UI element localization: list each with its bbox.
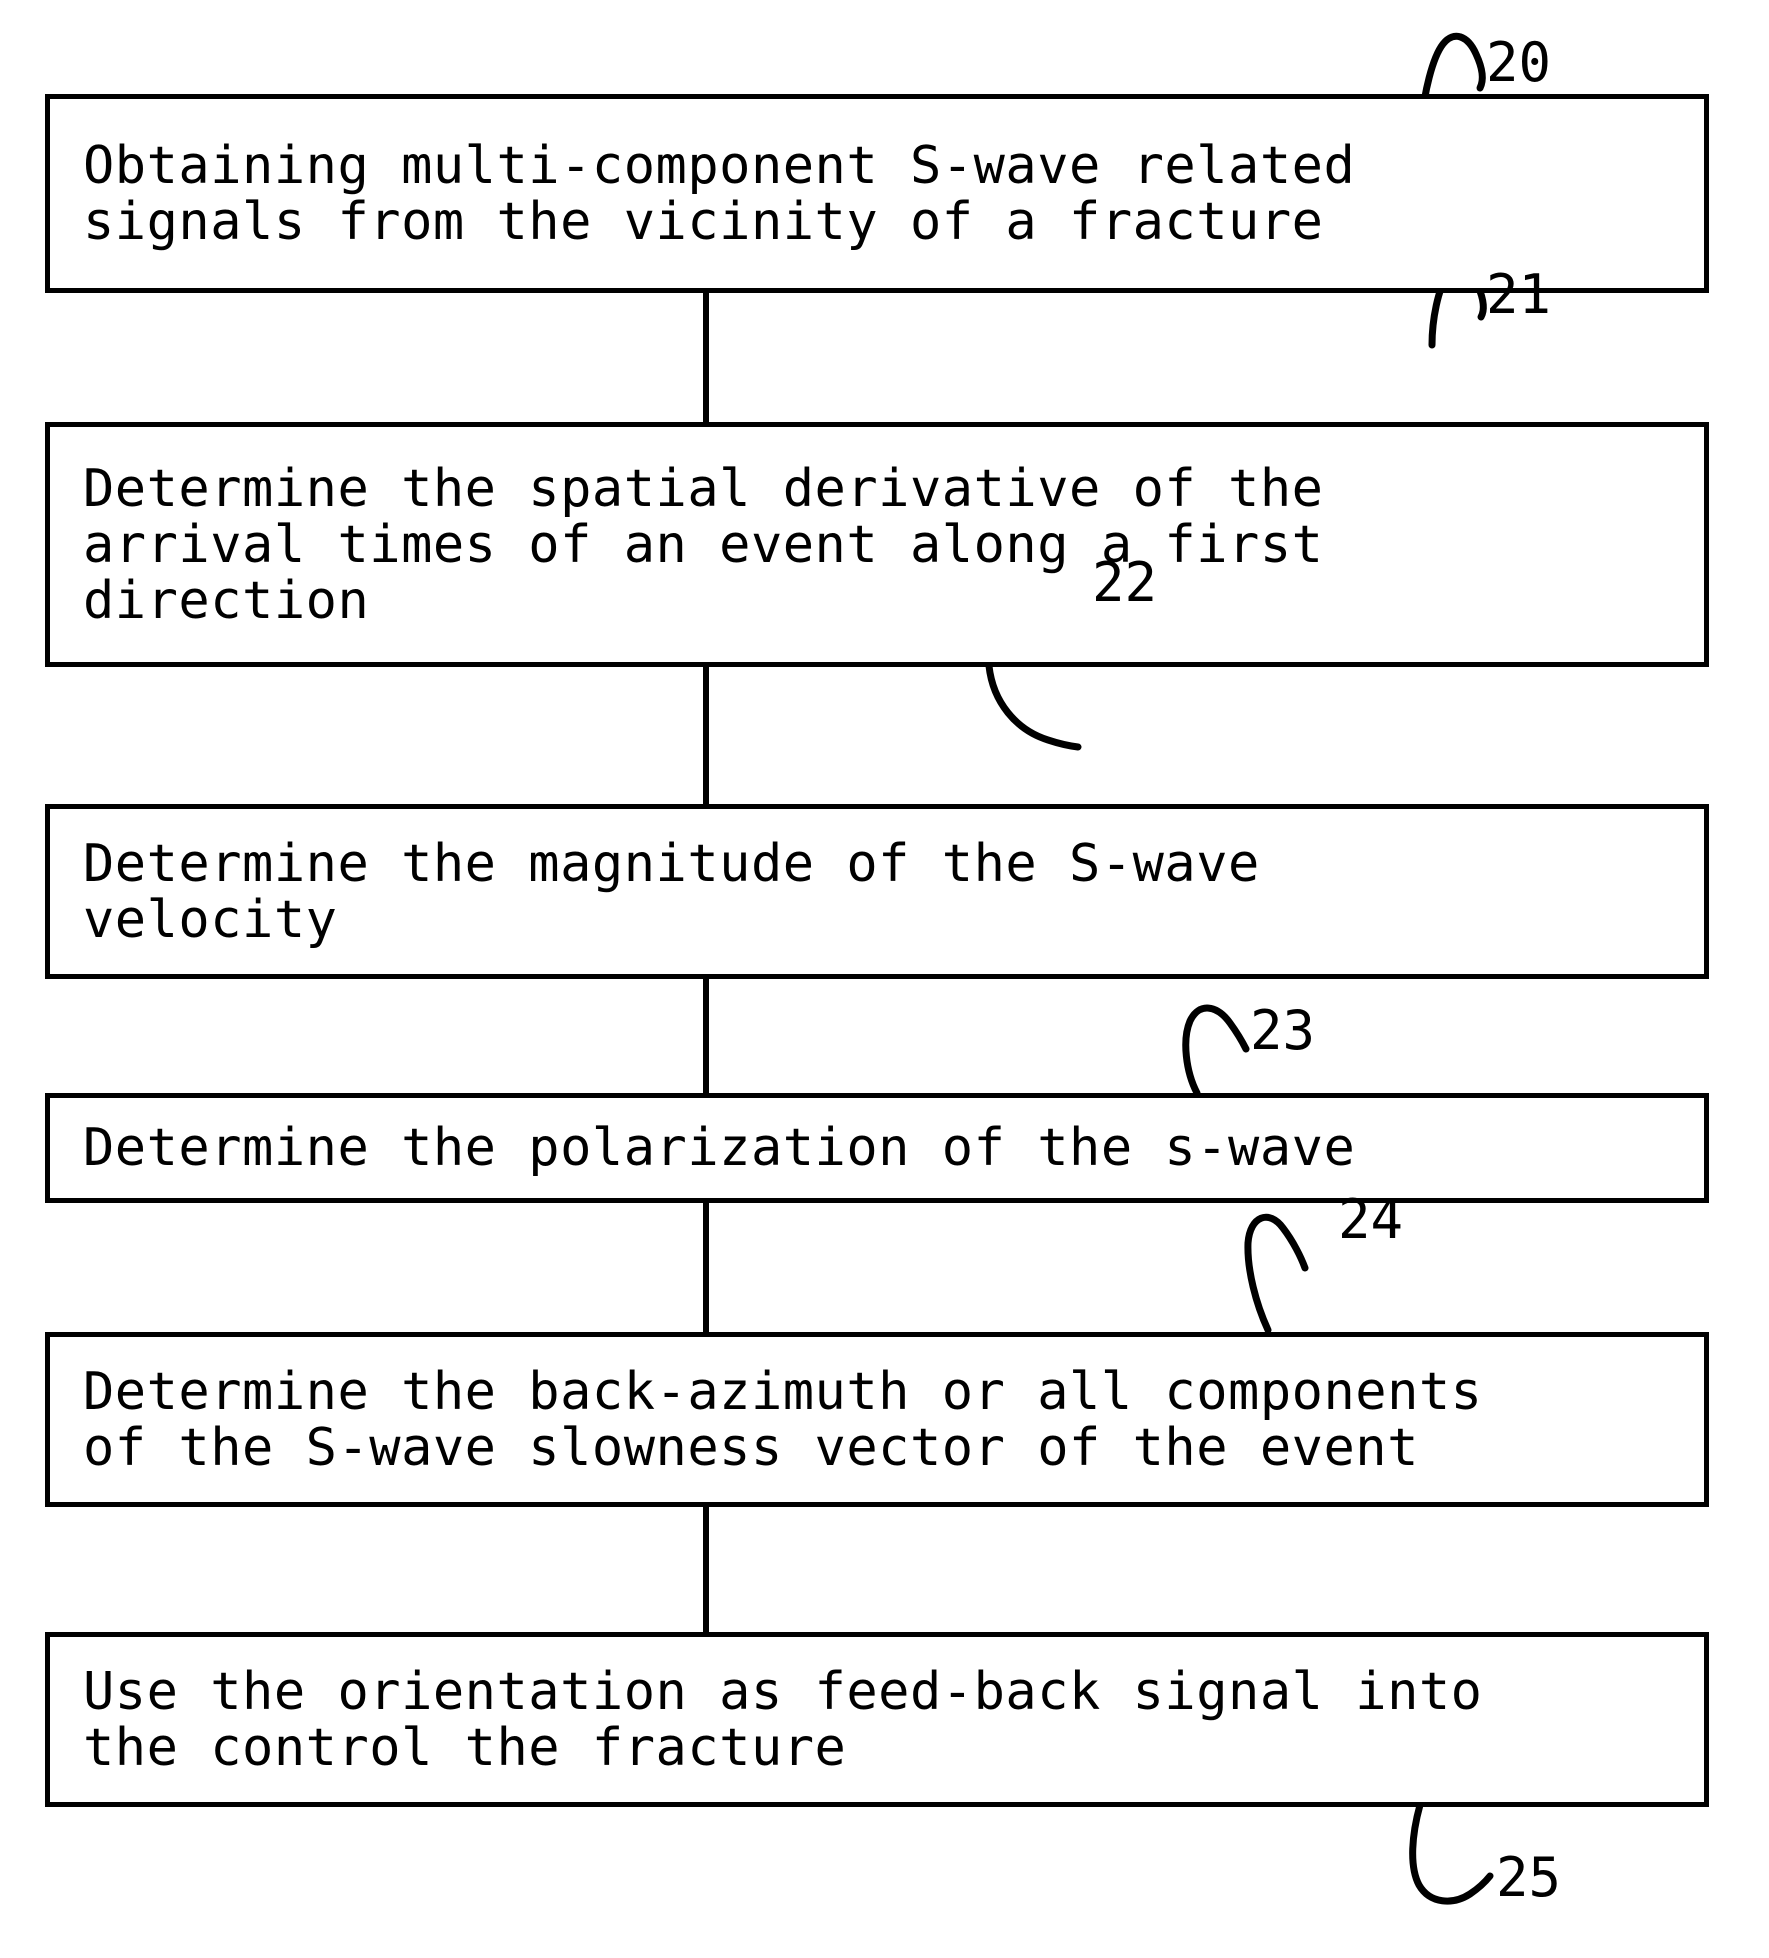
leader-line-23	[1182, 1004, 1250, 1097]
step-box-21-line-1: Determine the spatial derivative of the	[83, 458, 1324, 519]
reference-numeral-24: 24	[1338, 1188, 1404, 1251]
step-box-24[interactable]: Determine the back-azimuth or all compon…	[45, 1332, 1709, 1507]
reference-numeral-23: 23	[1250, 999, 1316, 1062]
reference-numeral-22: 22	[1092, 551, 1158, 614]
leader-line-24	[1244, 1213, 1309, 1334]
step-box-24-line-2: of the S-wave slowness vector of the eve…	[83, 1417, 1419, 1478]
step-box-25-line-1: Use the orientation as feed-back signal …	[83, 1661, 1483, 1722]
step-box-20-line-1: Obtaining multi-component S-wave related	[83, 135, 1356, 196]
step-box-21-line-3: direction	[83, 570, 370, 631]
step-box-25-line-2: the control the fracture	[83, 1717, 847, 1778]
step-box-22-line-2: velocity	[83, 889, 338, 950]
step-box-22-line-1: Determine the magnitude of the S-wave	[83, 833, 1260, 894]
leader-line-25	[1409, 1801, 1494, 1905]
step-box-22[interactable]: Determine the magnitude of the S-wave ve…	[45, 804, 1709, 979]
reference-numeral-20: 20	[1486, 31, 1552, 94]
step-box-21[interactable]: Determine the spatial derivative of the …	[45, 422, 1709, 667]
step-box-23[interactable]: Determine the polarization of the s-wave	[45, 1093, 1709, 1203]
step-box-20-line-2: signals from the vicinity of a fracture	[83, 191, 1324, 252]
step-box-21-line-2: arrival times of an event along a first	[83, 514, 1324, 575]
step-box-23-line-1: Determine the polarization of the s-wave	[83, 1118, 1356, 1178]
reference-numeral-25: 25	[1496, 1846, 1562, 1909]
step-box-25[interactable]: Use the orientation as feed-back signal …	[45, 1632, 1709, 1807]
step-box-24-line-1: Determine the back-azimuth or all compon…	[83, 1361, 1483, 1422]
figure-canvas: Obtaining multi-component S-wave related…	[0, 0, 1769, 1958]
step-box-20[interactable]: Obtaining multi-component S-wave related…	[45, 94, 1709, 293]
reference-numeral-21: 21	[1486, 263, 1552, 326]
